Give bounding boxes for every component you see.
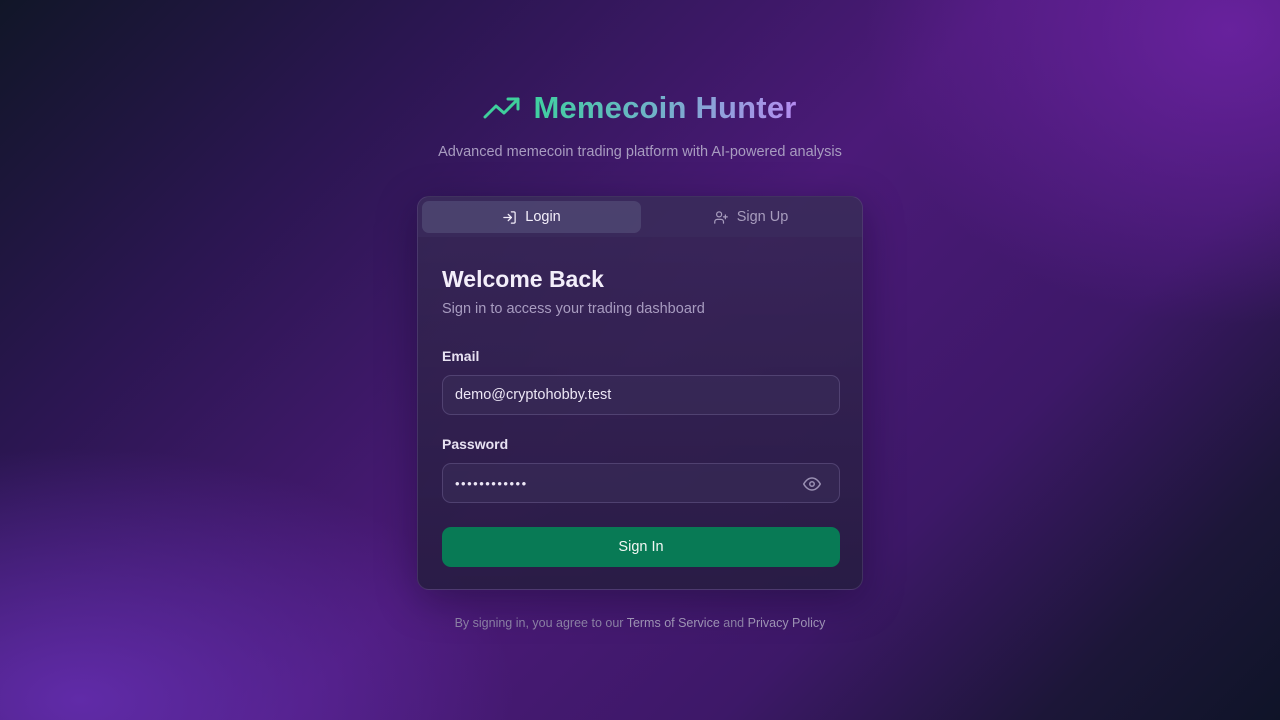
tab-signup-label: Sign Up [736,209,789,225]
brand: Memecoin Hunter [483,86,796,130]
email-field[interactable] [443,376,839,414]
app-title: Memecoin Hunter [533,90,797,125]
log-in-icon [502,210,517,225]
password-field[interactable] [443,464,839,502]
user-plus-icon [713,210,729,225]
email-field-container [442,375,840,415]
card-description: Sign in to access your trading dashboard [442,301,705,317]
trending-up-icon [483,95,521,121]
terms-link[interactable]: Terms of Service [627,616,720,630]
tab-signup[interactable]: Sign Up [641,201,860,233]
tab-login-label: Login [525,209,561,225]
app-subtitle: Advanced memecoin trading platform with … [438,144,842,160]
privacy-link[interactable]: Privacy Policy [748,616,826,630]
auth-tabs: Login Sign Up [418,197,862,237]
legal-prefix: By signing in, you agree to our [454,616,624,630]
email-label: Email [442,348,480,364]
card-title: Welcome Back [442,266,604,292]
legal-conjunction: and [723,616,745,630]
auth-card: Login Sign Up Welcome Back Sign in to ac… [417,196,863,590]
app-header: Memecoin Hunter Advanced memecoin tradin… [0,86,1280,160]
password-field-container [442,463,840,503]
legal-note: By signing in, you agree to our Terms of… [0,616,1280,630]
password-label: Password [442,436,509,452]
eye-icon[interactable] [803,475,821,493]
tab-login[interactable]: Login [422,201,641,233]
sign-in-button[interactable]: Sign In [442,527,840,567]
